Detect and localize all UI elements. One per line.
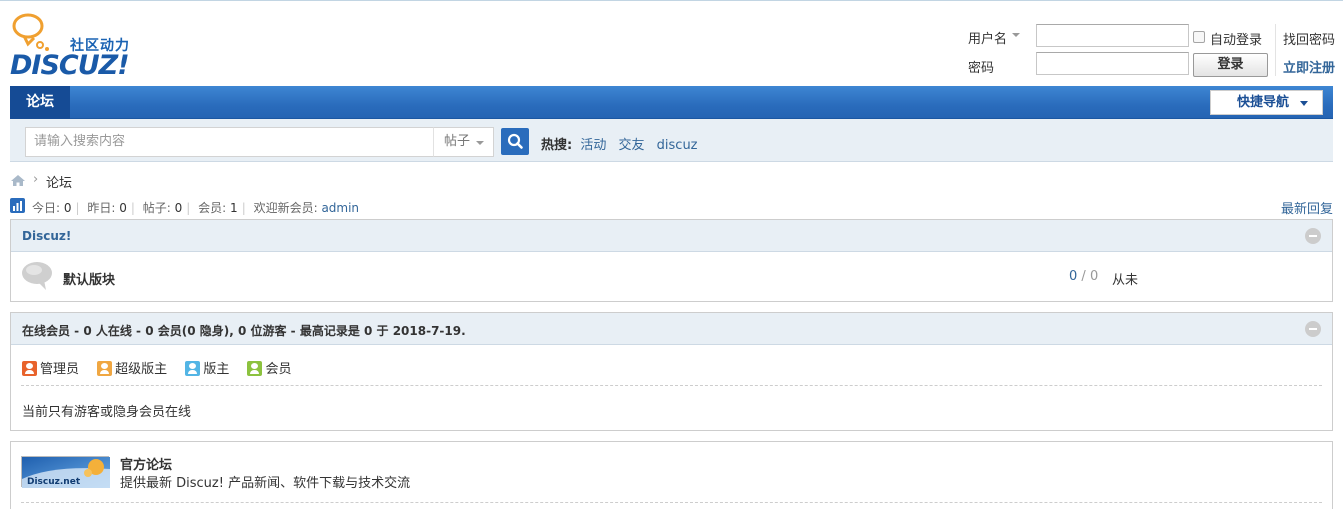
forum-post-count: 0: [1089, 269, 1099, 284]
site-logo[interactable]: 社区动力 DISCUZ!: [10, 12, 150, 81]
stat-divider: |: [186, 201, 191, 215]
login-button[interactable]: 登录: [1193, 53, 1268, 77]
stat-today-value: 0: [63, 201, 72, 215]
stat-today-label: 今日:: [32, 201, 61, 215]
discuz-net-banner-icon: Discuz.net: [22, 457, 110, 488]
stat-members-value: 1: [230, 201, 238, 215]
moderator-user-icon: [185, 361, 201, 376]
friend-link-desc: 提供最新 Discuz! 产品新闻、软件下载与技术交流: [120, 476, 411, 491]
logo-bubble-icon: [12, 13, 49, 51]
stat-welcome-label: 欢迎新会员:: [253, 201, 318, 215]
username-input[interactable]: [1036, 24, 1189, 47]
category-title[interactable]: Discuz!: [22, 229, 71, 243]
collapse-icon[interactable]: [1305, 321, 1321, 337]
online-status-text: 当前只有游客或隐身会员在线: [22, 405, 192, 420]
find-password-link[interactable]: 找回密码: [1283, 29, 1335, 48]
divider: [21, 502, 1322, 503]
register-link[interactable]: 立即注册: [1283, 57, 1335, 76]
auto-login-checkbox[interactable]: [1193, 31, 1205, 43]
hot-link-social[interactable]: 交友: [619, 138, 645, 153]
stat-members-label: 会员:: [198, 201, 227, 215]
legend-super-moderator-label: 超级版主: [115, 362, 168, 377]
collapse-icon[interactable]: [1305, 228, 1321, 244]
divider: [21, 385, 1322, 386]
username-type-caret-icon[interactable]: [1012, 33, 1020, 37]
newest-member-link[interactable]: admin: [321, 201, 359, 215]
member-legend: 管理员 超级版主 版主 会员: [22, 358, 305, 377]
forum-stats: 今日: 0 | 昨日: 0 | 帖子: 0 | 会员: 1 | 欢迎新会员: admin…: [10, 198, 1333, 217]
forum-counts: 0 / 0: [1069, 269, 1098, 284]
search-bar: 请输入搜索内容 帖子 热搜: 活动 交友 discuz: [10, 119, 1333, 162]
discuz-net-logo[interactable]: Discuz.net: [21, 456, 110, 488]
legend-member-label: 会员: [265, 362, 292, 377]
legend-super-moderator: 超级版主: [97, 358, 167, 377]
friend-link-title[interactable]: 官方论坛: [120, 454, 172, 473]
stat-divider: |: [241, 201, 246, 215]
search-type-select[interactable]: 帖子: [433, 127, 494, 157]
legend-member: 会员: [247, 358, 291, 377]
stat-divider: |: [130, 201, 135, 215]
legend-moderator: 版主: [185, 358, 229, 377]
home-icon[interactable]: [10, 174, 26, 187]
member-user-icon: [247, 361, 263, 376]
stat-posts-value: 0: [174, 201, 183, 215]
username-label[interactable]: 用户名: [968, 28, 1007, 47]
password-label: 密码: [968, 61, 995, 76]
search-button[interactable]: [501, 128, 529, 155]
logo-wordmark: DISCUZ!: [10, 50, 130, 81]
admin-user-icon: [22, 361, 37, 376]
search-input[interactable]: 请输入搜索内容: [25, 127, 434, 157]
legend-moderator-label: 版主: [203, 362, 230, 377]
hot-search-label: 热搜:: [541, 138, 573, 153]
forum-row: 默认版块 0 / 0 从未: [11, 252, 1332, 301]
login-divider: [1275, 24, 1276, 76]
online-box: 在线会员 - 0 人在线 - 0 会员(0 隐身), 0 位游客 - 最高记录是…: [10, 312, 1333, 431]
super-moderator-user-icon: [97, 361, 113, 376]
category-box: Discuz! 默认版块 0 / 0 从未: [10, 219, 1333, 302]
top-border: [0, 0, 1343, 1]
category-header: Discuz!: [11, 220, 1332, 252]
login-form: 用户名 自动登录 密码 登录 找回密码 立即注册: [968, 24, 1343, 80]
nav-tab-forum[interactable]: 论坛: [10, 86, 70, 119]
quick-nav-label: 快捷导航: [1237, 95, 1290, 110]
latest-replies-link[interactable]: 最新回复: [1281, 198, 1333, 217]
chart-icon: [10, 198, 25, 213]
chevron-down-icon: [476, 141, 484, 145]
forum-last-post: 从未: [1112, 273, 1139, 288]
breadcrumb-separator-icon: ›: [33, 172, 39, 187]
chevron-down-icon: [1300, 101, 1308, 106]
forum-count-separator: /: [1077, 269, 1090, 284]
password-input[interactable]: [1036, 52, 1189, 75]
legend-admin-label: 管理员: [40, 362, 80, 377]
stats-text: 今日: 0 | 昨日: 0 | 帖子: 0 | 会员: 1 | 欢迎新会员: admin: [32, 199, 359, 216]
quick-nav-button[interactable]: 快捷导航: [1210, 90, 1323, 115]
auto-login-label[interactable]: 自动登录: [1210, 29, 1262, 48]
breadcrumb-current: 论坛: [46, 176, 73, 191]
search-type-value: 帖子: [444, 134, 471, 149]
stat-yesterday-label: 昨日:: [87, 201, 116, 215]
online-header: 在线会员 - 0 人在线 - 0 会员(0 隐身), 0 位游客 - 最高记录是…: [11, 313, 1332, 345]
stat-divider: |: [75, 201, 80, 215]
main-nav: 论坛 快捷导航: [10, 86, 1333, 119]
logo-text: Discuz.net: [27, 477, 81, 487]
forum-bubble-icon[interactable]: [21, 261, 53, 291]
search-icon: [507, 133, 523, 149]
friend-links-box: Discuz.net 官方论坛 提供最新 Discuz! 产品新闻、软件下载与技…: [10, 441, 1333, 509]
stat-yesterday-value: 0: [119, 201, 127, 215]
stat-posts-label: 帖子:: [142, 201, 171, 215]
forum-name-link[interactable]: 默认版块: [63, 269, 115, 288]
online-title[interactable]: 在线会员 - 0 人在线 - 0 会员(0 隐身), 0 位游客 - 最高记录是…: [22, 322, 466, 339]
hot-link-discuz[interactable]: discuz: [657, 138, 698, 153]
hot-link-activity[interactable]: 活动: [580, 138, 606, 153]
legend-admin: 管理员: [22, 358, 79, 377]
hot-search: 热搜: 活动 交友 discuz: [541, 134, 706, 153]
